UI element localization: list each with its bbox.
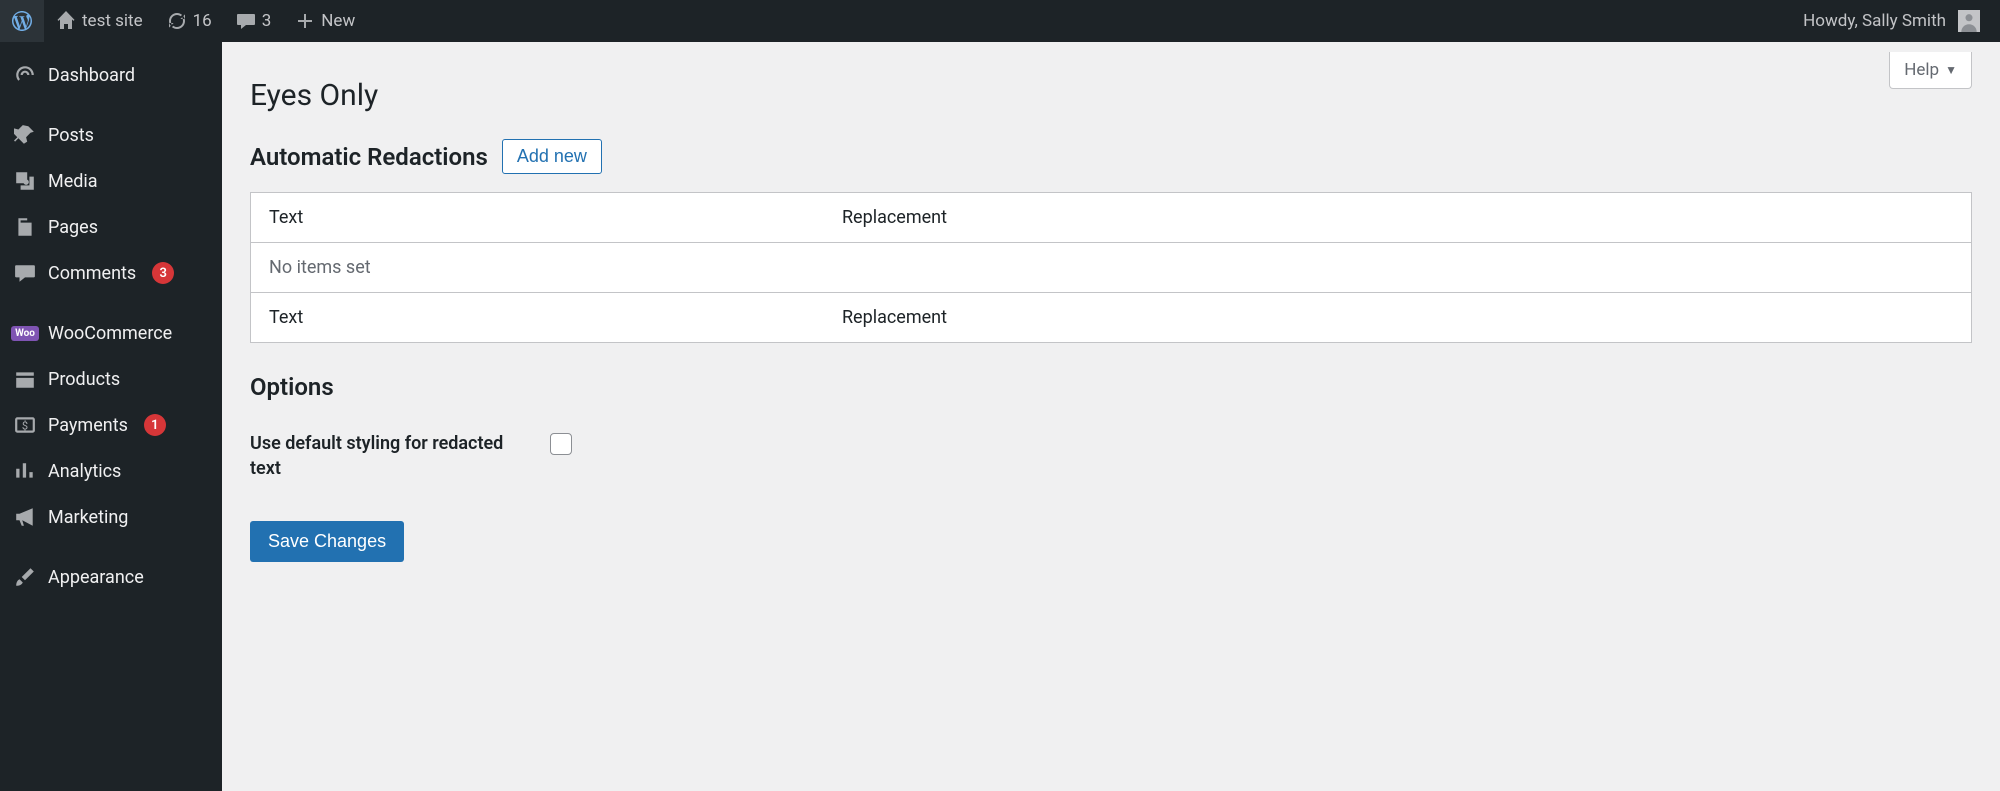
woocommerce-icon: Woo [14,322,36,344]
wordpress-icon [12,11,32,31]
sidebar-item-label: WooCommerce [48,323,172,344]
redactions-header: Automatic Redactions Add new [250,139,1972,174]
sidebar-item-appearance[interactable]: Appearance [0,554,222,600]
admin-menu: Dashboard Posts Media Pages Comment [0,42,222,791]
comments-count: 3 [262,11,272,31]
redactions-heading: Automatic Redactions [250,143,488,171]
new-label: New [321,11,355,31]
analytics-icon [14,460,36,482]
sidebar-item-label: Analytics [48,461,121,482]
brush-icon [14,566,36,588]
default-styling-label: Use default styling for redacted text [250,431,510,481]
add-new-button[interactable]: Add new [502,139,602,174]
sidebar-item-woocommerce[interactable]: Woo WooCommerce [0,310,222,356]
updates-menu[interactable]: 16 [155,0,224,42]
howdy-text: Howdy, Sally Smith [1803,11,1946,31]
sidebar-item-marketing[interactable]: Marketing [0,494,222,540]
col-text[interactable]: Text [251,193,824,243]
page-title: Eyes Only [250,42,1972,125]
home-icon [56,11,76,31]
pin-icon [14,124,36,146]
sidebar-item-label: Marketing [48,507,128,528]
sidebar-item-posts[interactable]: Posts [0,112,222,158]
admin-bar-right: Howdy, Sally Smith [1791,0,1992,42]
site-name-menu[interactable]: test site [44,0,155,42]
sidebar-item-label: Comments [48,263,136,284]
options-heading: Options [250,373,1972,401]
col-text[interactable]: Text [251,293,824,343]
sidebar-item-analytics[interactable]: Analytics [0,448,222,494]
new-content-menu[interactable]: New [283,0,367,42]
chevron-down-icon: ▼ [1945,63,1957,77]
plus-icon [295,11,315,31]
default-styling-checkbox[interactable] [550,433,572,455]
sidebar-item-pages[interactable]: Pages [0,204,222,250]
admin-bar: test site 16 3 New Howdy, Sally Smith [0,0,2000,42]
sidebar-item-payments[interactable]: $ Payments 1 [0,402,222,448]
redactions-table: Text Replacement No items set Text Repla… [250,192,1972,343]
wp-logo-menu[interactable] [0,0,44,42]
sidebar-item-label: Pages [48,217,98,238]
sidebar-item-media[interactable]: Media [0,158,222,204]
help-label: Help [1904,60,1939,80]
no-items-cell: No items set [251,243,1972,293]
sidebar-item-dashboard[interactable]: Dashboard [0,52,222,98]
sidebar-item-comments[interactable]: Comments 3 [0,250,222,296]
table-row: No items set [251,243,1972,293]
option-default-styling: Use default styling for redacted text [250,431,1972,481]
comments-badge: 3 [152,262,174,284]
sidebar-item-label: Products [48,369,120,390]
comment-icon [236,11,256,31]
sidebar-item-label: Appearance [48,567,144,588]
admin-bar-left: test site 16 3 New [0,0,367,42]
save-button[interactable]: Save Changes [250,521,404,562]
table-footer-row: Text Replacement [251,293,1972,343]
table-header-row: Text Replacement [251,193,1972,243]
megaphone-icon [14,506,36,528]
col-replacement[interactable]: Replacement [824,293,1972,343]
update-icon [167,11,187,31]
content: Help ▼ Eyes Only Automatic Redactions Ad… [222,42,2000,791]
payments-icon: $ [14,414,36,436]
media-icon [14,170,36,192]
sidebar-item-label: Posts [48,125,94,146]
menu-separator [0,540,222,554]
comments-icon [14,262,36,284]
comments-menu[interactable]: 3 [224,0,284,42]
svg-text:$: $ [22,419,28,432]
admin-wrap: Dashboard Posts Media Pages Comment [0,42,2000,791]
help-tab[interactable]: Help ▼ [1889,52,1972,89]
avatar [1958,10,1980,32]
sidebar-item-products[interactable]: Products [0,356,222,402]
site-name-label: test site [82,11,143,31]
sidebar-item-label: Payments [48,415,128,436]
updates-count: 16 [193,11,212,31]
pages-icon [14,216,36,238]
my-account-menu[interactable]: Howdy, Sally Smith [1791,0,1992,42]
dashboard-icon [14,64,36,86]
menu-separator [0,98,222,112]
products-icon [14,368,36,390]
menu-separator [0,296,222,310]
sidebar-item-label: Dashboard [48,65,135,86]
sidebar-item-label: Media [48,171,98,192]
payments-badge: 1 [144,414,166,436]
col-replacement[interactable]: Replacement [824,193,1972,243]
